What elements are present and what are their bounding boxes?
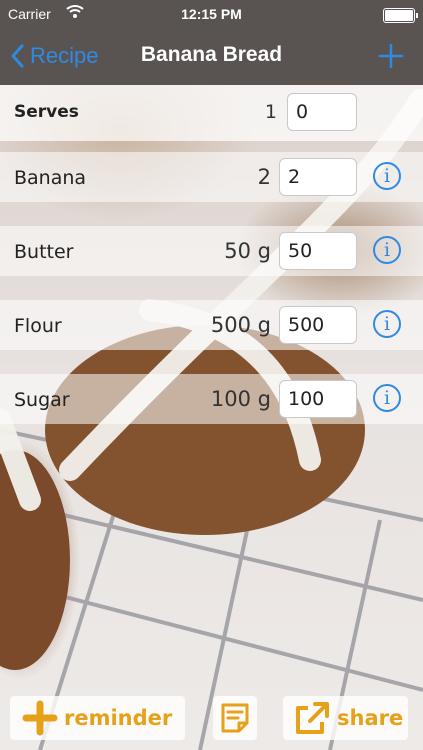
- ingredient-row-butter: Butter 50 g 50 i: [0, 226, 423, 276]
- ingredient-amount-input[interactable]: 50: [279, 232, 357, 270]
- info-button[interactable]: i: [373, 162, 401, 190]
- serves-input[interactable]: 0: [287, 93, 357, 131]
- info-button[interactable]: i: [373, 236, 401, 264]
- plus-icon: [22, 700, 58, 736]
- serves-base-value: 1: [264, 101, 277, 123]
- status-time: 12:15 PM: [181, 6, 242, 22]
- ingredient-quantity: 50 g: [224, 239, 271, 263]
- info-button[interactable]: i: [373, 384, 401, 412]
- ingredient-quantity: 500 g: [210, 313, 271, 337]
- ingredient-name: Flour: [14, 315, 62, 337]
- ingredient-quantity: 2: [257, 165, 271, 189]
- add-icon[interactable]: [377, 42, 405, 70]
- note-icon: [221, 703, 249, 733]
- navigation-bar: Recipe Banana Bread: [0, 29, 423, 85]
- reminder-button[interactable]: reminder: [10, 696, 185, 740]
- share-button-label: share: [337, 706, 404, 730]
- ingredient-name: Sugar: [14, 389, 70, 411]
- status-bar: Carrier 12:15 PM: [0, 0, 423, 29]
- ingredient-quantity: 100 g: [210, 387, 271, 411]
- ingredient-amount-input[interactable]: 2: [279, 158, 357, 196]
- ingredient-row-sugar: Sugar 100 g 100 i: [0, 374, 423, 424]
- battery-icon: [383, 8, 418, 23]
- share-button[interactable]: share: [283, 696, 408, 740]
- back-button[interactable]: Recipe: [10, 41, 98, 71]
- chevron-left-icon: [11, 44, 24, 68]
- reminder-button-label: reminder: [64, 706, 173, 730]
- ingredient-name: Banana: [14, 167, 87, 189]
- ingredient-amount-input[interactable]: 500: [279, 306, 357, 344]
- ingredient-row-banana: Banana 2 2 i: [0, 152, 423, 202]
- ingredient-row-flour: Flour 500 g 500 i: [0, 300, 423, 350]
- share-icon: [296, 702, 329, 734]
- ingredient-amount-input[interactable]: 100: [279, 380, 357, 418]
- ingredient-name: Butter: [14, 241, 74, 263]
- serves-label: Serves: [14, 102, 79, 122]
- notes-button[interactable]: [213, 696, 257, 740]
- info-button[interactable]: i: [373, 310, 401, 338]
- serves-row: Serves 1 0: [0, 85, 423, 141]
- back-button-label: Recipe: [30, 43, 99, 68]
